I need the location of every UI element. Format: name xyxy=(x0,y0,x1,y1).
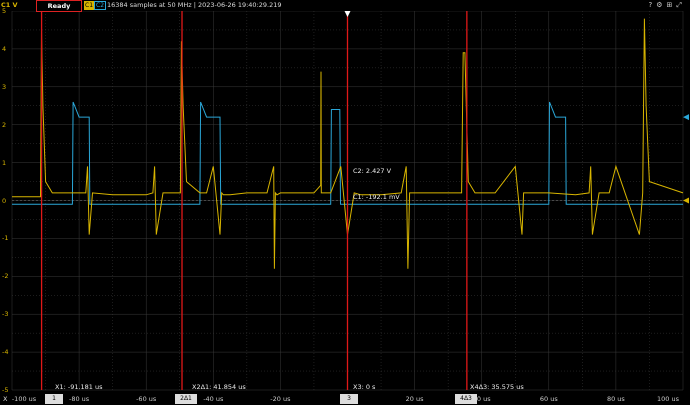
y-tick-label: 3 xyxy=(2,82,7,91)
cursor-x2-box[interactable]: 2Δ1 xyxy=(175,394,197,404)
top-icons: ?⚙⊞⤢ xyxy=(649,0,686,11)
status-badge[interactable]: Ready xyxy=(36,0,82,12)
cursor-x4-box[interactable]: 4Δ3 xyxy=(455,394,477,404)
c2-chip[interactable]: C2 xyxy=(94,1,107,10)
y-tick-label: 1 xyxy=(2,158,7,167)
x-tick-label: -40 us xyxy=(203,395,224,403)
x-tick-label: -100 us xyxy=(11,395,37,403)
settings-icon[interactable]: ⚙ xyxy=(656,1,666,9)
c2-level-marker-icon xyxy=(683,114,689,121)
y-tick-label: 5 xyxy=(2,7,7,15)
cursor-x1-box[interactable]: 1 xyxy=(45,394,63,404)
y-tick-label: 2 xyxy=(2,120,7,129)
cursor-x3-label: X3: 0 s xyxy=(353,383,376,391)
cursor-x3-box[interactable]: 3 xyxy=(340,394,358,404)
y-tick-label: -1 xyxy=(2,234,9,243)
y-tick-label: 4 xyxy=(2,44,7,53)
x-axis-button[interactable]: X xyxy=(3,394,7,404)
x-tick-label: 20 us xyxy=(405,395,424,403)
x-tick-label: 100 us xyxy=(657,395,679,403)
trigger-markers xyxy=(344,11,689,204)
network-icon[interactable]: ⊞ xyxy=(667,1,677,9)
trigger-marker-icon xyxy=(344,11,351,17)
y-tick-label: -3 xyxy=(2,310,9,319)
cursor-x2-label: X2Δ1: 41.854 us xyxy=(192,383,246,391)
c1-chip[interactable]: C1 xyxy=(84,1,95,10)
fullscreen-icon[interactable]: ⤢ xyxy=(676,1,686,9)
x-tick-label: 60 us xyxy=(539,395,558,403)
c1-level-marker-icon xyxy=(683,197,689,204)
scope-plot[interactable] xyxy=(0,0,690,405)
top-bar: C1 V Ready C1 C2 16384 samples at 50 MHz… xyxy=(0,0,690,12)
cursor-x1-label: X1: -91.181 us xyxy=(55,383,103,391)
bottom-bar: X -100 us-80 us-60 us-40 us-20 us0 us20 … xyxy=(0,393,690,405)
y-tick-label: -4 xyxy=(2,348,9,357)
x-tick-label: -20 us xyxy=(270,395,291,403)
x-tick-label: 80 us xyxy=(606,395,625,403)
c1-measurement: C1: -192.1 mV xyxy=(353,193,400,201)
x-tick-label: -80 us xyxy=(68,395,90,403)
y-tick-label: -2 xyxy=(2,272,9,281)
acquisition-info: 16384 samples at 50 MHz | 2023-06-26 19:… xyxy=(107,1,282,9)
c2-measurement: C2: 2.427 V xyxy=(353,167,392,175)
x-tick-label: -60 us xyxy=(136,395,157,403)
y-tick-label: 0 xyxy=(2,196,7,205)
cursor-x4-label: X4Δ3: 35.575 us xyxy=(470,383,524,391)
